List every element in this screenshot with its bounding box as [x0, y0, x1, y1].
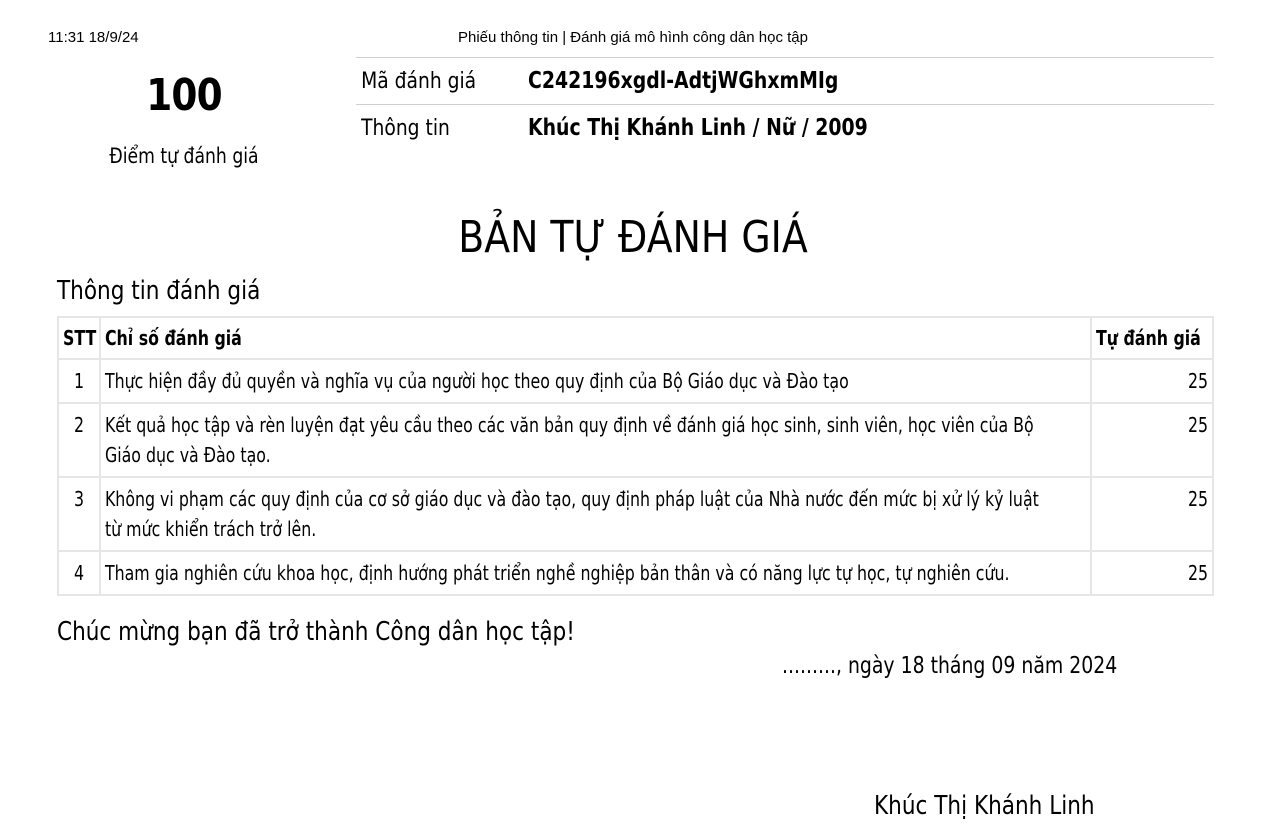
criteria-table: STT Chỉ số đánh giá Tự đánh giá 1 Thực h… [57, 316, 1214, 596]
header-stt: STT [57, 316, 101, 360]
row-criterion: Tham gia nghiên cứu khoa học, định hướng… [99, 550, 1092, 596]
row-stt: 1 [57, 358, 101, 404]
table-row: 3 Không vi phạm các quy định của cơ sở g… [57, 476, 1214, 552]
section-title: Thông tin đánh giá [57, 276, 261, 306]
header-self-score: Tự đánh giá [1090, 316, 1214, 360]
row-criterion: Kết quả học tập và rèn luyện đạt yêu cầu… [99, 402, 1092, 478]
row-score: 25 [1090, 476, 1214, 552]
table-row: 2 Kết quả học tập và rèn luyện đạt yêu c… [57, 402, 1214, 478]
header-criterion: Chỉ số đánh giá [99, 316, 1092, 360]
row-score: 25 [1090, 402, 1214, 478]
document-title: BẢN TỰ ĐÁNH GIÁ [458, 212, 808, 263]
print-header-title: Phiếu thông tin | Đánh giá mô hình công … [458, 29, 808, 46]
score-label: Điểm tự đánh giá [109, 144, 259, 168]
info-row-person: Thông tin Khúc Thị Khánh Linh / Nữ / 200… [356, 105, 1214, 151]
info-row-code: Mã đánh giá C242196xgdl-AdtjWGhxmMIg [356, 58, 1214, 105]
row-stt: 2 [57, 402, 101, 478]
row-criterion: Không vi phạm các quy định của cơ sở giá… [99, 476, 1092, 552]
date-line: ........., ngày 18 tháng 09 năm 2024 [782, 653, 1118, 679]
row-stt: 3 [57, 476, 101, 552]
score-value: 100 [146, 70, 222, 121]
person-value: Khúc Thị Khánh Linh / Nữ / 2009 [528, 115, 868, 141]
row-criterion: Thực hiện đầy đủ quyền và nghĩa vụ của n… [99, 358, 1092, 404]
table-header-row: STT Chỉ số đánh giá Tự đánh giá [57, 316, 1214, 360]
table-row: 4 Tham gia nghiên cứu khoa học, định hướ… [57, 550, 1214, 596]
signer-name: Khúc Thị Khánh Linh [874, 791, 1095, 821]
score-block: 100 Điểm tự đánh giá [64, 68, 304, 170]
row-score: 25 [1090, 550, 1214, 596]
congratulations-message: Chúc mừng bạn đã trở thành Công dân học … [57, 617, 575, 647]
row-stt: 4 [57, 550, 101, 596]
code-value: C242196xgdl-AdtjWGhxmMIg [528, 68, 839, 94]
info-table: Mã đánh giá C242196xgdl-AdtjWGhxmMIg Thô… [356, 57, 1214, 151]
row-score: 25 [1090, 358, 1214, 404]
table-row: 1 Thực hiện đầy đủ quyền và nghĩa vụ của… [57, 358, 1214, 404]
person-label: Thông tin [361, 115, 450, 141]
code-label: Mã đánh giá [361, 68, 477, 94]
